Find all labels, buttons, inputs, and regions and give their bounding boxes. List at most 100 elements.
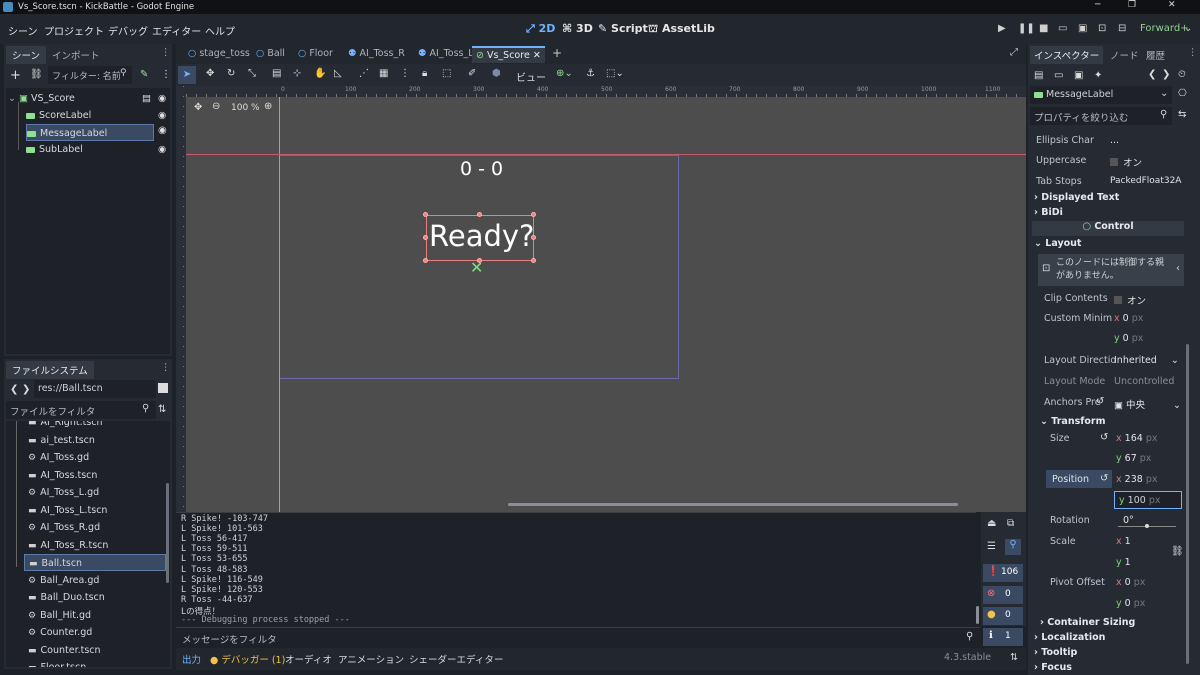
resize-handle[interactable] <box>531 258 536 263</box>
menu-project[interactable]: プロジェクト <box>44 23 104 38</box>
tab-animation[interactable]: アニメーション <box>338 652 404 666</box>
pause-icon[interactable]: ❚❚ <box>1018 23 1035 34</box>
uppercase-checkbox[interactable]: オン <box>1110 155 1142 169</box>
resize-handle[interactable] <box>423 212 428 217</box>
history-back-icon[interactable]: ❮ <box>1148 69 1156 80</box>
history-forward-icon[interactable]: ❯ <box>1162 69 1170 80</box>
smart-snap-icon[interactable]: ⋰ <box>359 68 369 79</box>
mode-2d-button[interactable]: ⤢ 2D <box>526 22 555 36</box>
rotation-slider-grabber[interactable] <box>1145 524 1149 528</box>
resize-handle[interactable] <box>423 258 428 263</box>
menu-debug[interactable]: デバッグ <box>108 23 148 38</box>
filter-options-icon[interactable]: ⇆ <box>1178 109 1186 120</box>
scale-tool-icon[interactable]: ⤡ <box>248 68 256 79</box>
scene-dock-menu-icon[interactable]: ⋮ <box>161 47 171 58</box>
forward-icon[interactable]: ❯ <box>22 384 30 395</box>
file-list-scrollbar[interactable] <box>166 483 169 583</box>
menu-scene[interactable]: シーン <box>8 23 38 38</box>
log-scrollbar[interactable] <box>976 606 979 624</box>
tab-debugger[interactable]: ● デバッガー (1) <box>210 652 285 666</box>
section-container-sizing[interactable]: › Container Sizing <box>1040 617 1135 628</box>
anchor-preset-icon[interactable]: ⊕⌄ <box>556 68 573 79</box>
renderer-select[interactable]: Forward+ <box>1140 23 1189 34</box>
tree-row-scorelabel[interactable]: ScoreLabel ◉ <box>26 107 168 124</box>
search-log-icon[interactable]: ⚲ <box>1005 539 1021 555</box>
maximize-button[interactable]: ❐ <box>1128 0 1136 10</box>
file-item[interactable]: ▬ Ball.tscn <box>24 554 166 571</box>
mode-assetlib-button[interactable]: ⛫ AssetLib <box>648 22 715 37</box>
position-x-field[interactable]: x 238 px <box>1116 474 1157 485</box>
visibility-eye-icon[interactable]: ◉ <box>158 90 166 107</box>
group-icon[interactable]: ⬚ <box>442 68 451 79</box>
inspector-scrollbar[interactable] <box>1186 344 1189 664</box>
rotation-field[interactable]: 0° <box>1123 515 1134 526</box>
clear-log-icon[interactable]: ⏏ <box>987 518 996 529</box>
info-count-toggle[interactable]: ℹ 1 <box>983 628 1023 646</box>
anchor-gizmo-icon[interactable]: ✕ <box>470 258 483 277</box>
resize-handle[interactable] <box>423 235 428 240</box>
anchor-icon[interactable]: ⚓︎ <box>586 68 595 79</box>
tree-row-sublabel[interactable]: SubLabel ◉ <box>26 141 168 158</box>
canvas-viewport[interactable]: ✥ ⊖ 100 % ⊕ 0 - 0 Ready? ✕ <box>186 97 1026 512</box>
play-icon[interactable]: ▶ <box>998 23 1006 34</box>
section-localization[interactable]: › Localization <box>1034 632 1105 643</box>
sort-icon[interactable]: ⇅ <box>158 404 166 415</box>
play-scene-icon[interactable]: ▣ <box>1078 23 1087 34</box>
scene-tab[interactable]: ⚉ AI_Toss_L <box>414 46 478 61</box>
distraction-free-icon[interactable]: ⤢ <box>1010 47 1018 58</box>
tab-inspector[interactable]: インスペクター <box>1030 46 1104 64</box>
chevron-down-icon[interactable]: ⌄ <box>1184 23 1192 34</box>
copy-log-icon[interactable]: ⧉ <box>1007 518 1014 529</box>
revert-icon[interactable]: ↺ <box>1100 473 1108 484</box>
score-label[interactable]: 0 - 0 <box>460 158 503 180</box>
scene-tab[interactable]: ○ Ball <box>252 46 289 61</box>
pivot-x-field[interactable]: x 0 px <box>1116 577 1145 588</box>
zoom-in-icon[interactable]: ⊕ <box>264 101 272 112</box>
layout-toggle-icon[interactable]: ⇅ <box>1010 652 1018 663</box>
layout-mode-select[interactable]: Uncontrolled <box>1114 376 1174 387</box>
section-transform[interactable]: ⌄ Transform <box>1040 416 1105 427</box>
split-mode-icon[interactable] <box>158 383 168 393</box>
node-selector[interactable]: MessageLabel ⌄ <box>1030 86 1172 104</box>
zoom-level[interactable]: 100 % <box>231 103 260 113</box>
scene-menu-icon[interactable]: ⋮ <box>161 69 171 80</box>
tab-filesystem[interactable]: ファイルシステム <box>6 361 94 379</box>
visibility-eye-icon[interactable]: ◉ <box>158 125 167 136</box>
pivot-y-field[interactable]: y 0 px <box>1116 598 1145 609</box>
tab-history[interactable]: 履歴 <box>1146 48 1165 62</box>
container-icon[interactable]: ⬚⌄ <box>606 68 624 79</box>
tab-scene[interactable]: シーン <box>6 46 47 64</box>
revert-icon[interactable]: ↺ <box>1096 396 1104 407</box>
file-item[interactable]: ▬Floor.tscn <box>24 659 166 667</box>
tree-row-root[interactable]: ⌄ ▣ VS_Score ▤ ◉ <box>8 90 168 107</box>
scene-tab[interactable]: ○ Floor <box>294 46 337 61</box>
file-item[interactable]: ▬ AI_Toss_R.tscn <box>24 537 166 554</box>
movie-icon[interactable]: ⊟ <box>1118 23 1126 34</box>
property-filter-input[interactable]: プロパティを絞り込む ⚲ <box>1030 107 1172 125</box>
file-item[interactable]: ⚙ Ball_Area.gd <box>24 572 166 589</box>
tab-stops-field[interactable]: PackedFloat32A <box>1110 176 1181 186</box>
message-label-selection[interactable]: Ready? <box>426 215 534 261</box>
stop-icon[interactable]: ■ <box>1039 23 1048 34</box>
history-menu-icon[interactable]: ⏲ <box>1178 69 1186 80</box>
link-icon[interactable]: ⛓ <box>1171 546 1184 557</box>
custom-min-y[interactable]: y 0 px <box>1114 333 1143 344</box>
close-tab-icon[interactable]: ✕ <box>530 50 541 61</box>
viewport-h-scrollbar[interactable] <box>508 503 958 506</box>
resize-handle[interactable] <box>531 235 536 240</box>
file-item[interactable]: ⚙ AI_Toss_L.gd <box>24 484 166 501</box>
rotate-tool-icon[interactable]: ↻ <box>227 68 235 79</box>
link-icon[interactable]: ⛓ <box>30 69 43 80</box>
bone-icon[interactable]: ✐ <box>468 68 476 79</box>
filesystem-menu-icon[interactable]: ⋮ <box>161 362 171 373</box>
script-icon[interactable]: ▤ <box>142 90 151 107</box>
add-node-icon[interactable]: + <box>10 68 21 83</box>
file-item[interactable]: ⚙ AI_Toss.gd <box>24 449 166 466</box>
list-select-icon[interactable]: ▤ <box>272 68 281 79</box>
ellipsis-char-field[interactable]: ... <box>1110 135 1119 146</box>
tab-shader-editor[interactable]: シェーダーエディター <box>409 652 503 666</box>
inspector-menu-icon[interactable]: ⋮ <box>1188 47 1198 58</box>
script-attach-icon[interactable]: ✎ <box>140 69 148 80</box>
scale-y-field[interactable]: y 1 <box>1116 557 1131 568</box>
scene-filter-input[interactable]: フィルター: 名前 ⚲ <box>48 66 132 84</box>
